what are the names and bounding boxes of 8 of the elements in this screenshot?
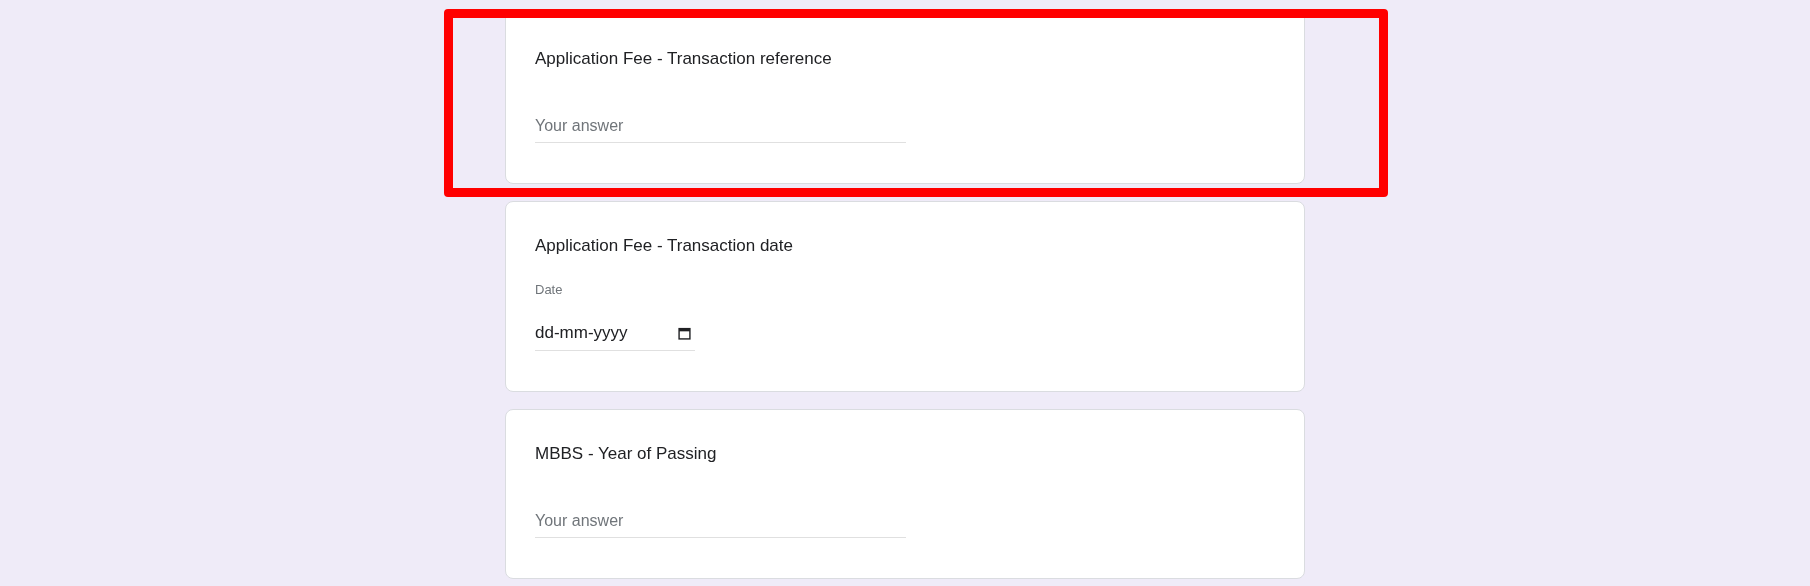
calendar-icon[interactable] <box>678 326 691 340</box>
answer-field[interactable]: Your answer <box>535 111 906 143</box>
answer-field[interactable]: Your answer <box>535 506 906 538</box>
question-title: MBBS - Year of Passing <box>535 443 717 465</box>
field-label: Date <box>535 282 563 298</box>
question-title: Application Fee - Transaction reference <box>535 48 832 70</box>
question-title: Application Fee - Transaction date <box>535 235 793 257</box>
date-field[interactable]: dd-mm-yyyy <box>535 318 695 351</box>
